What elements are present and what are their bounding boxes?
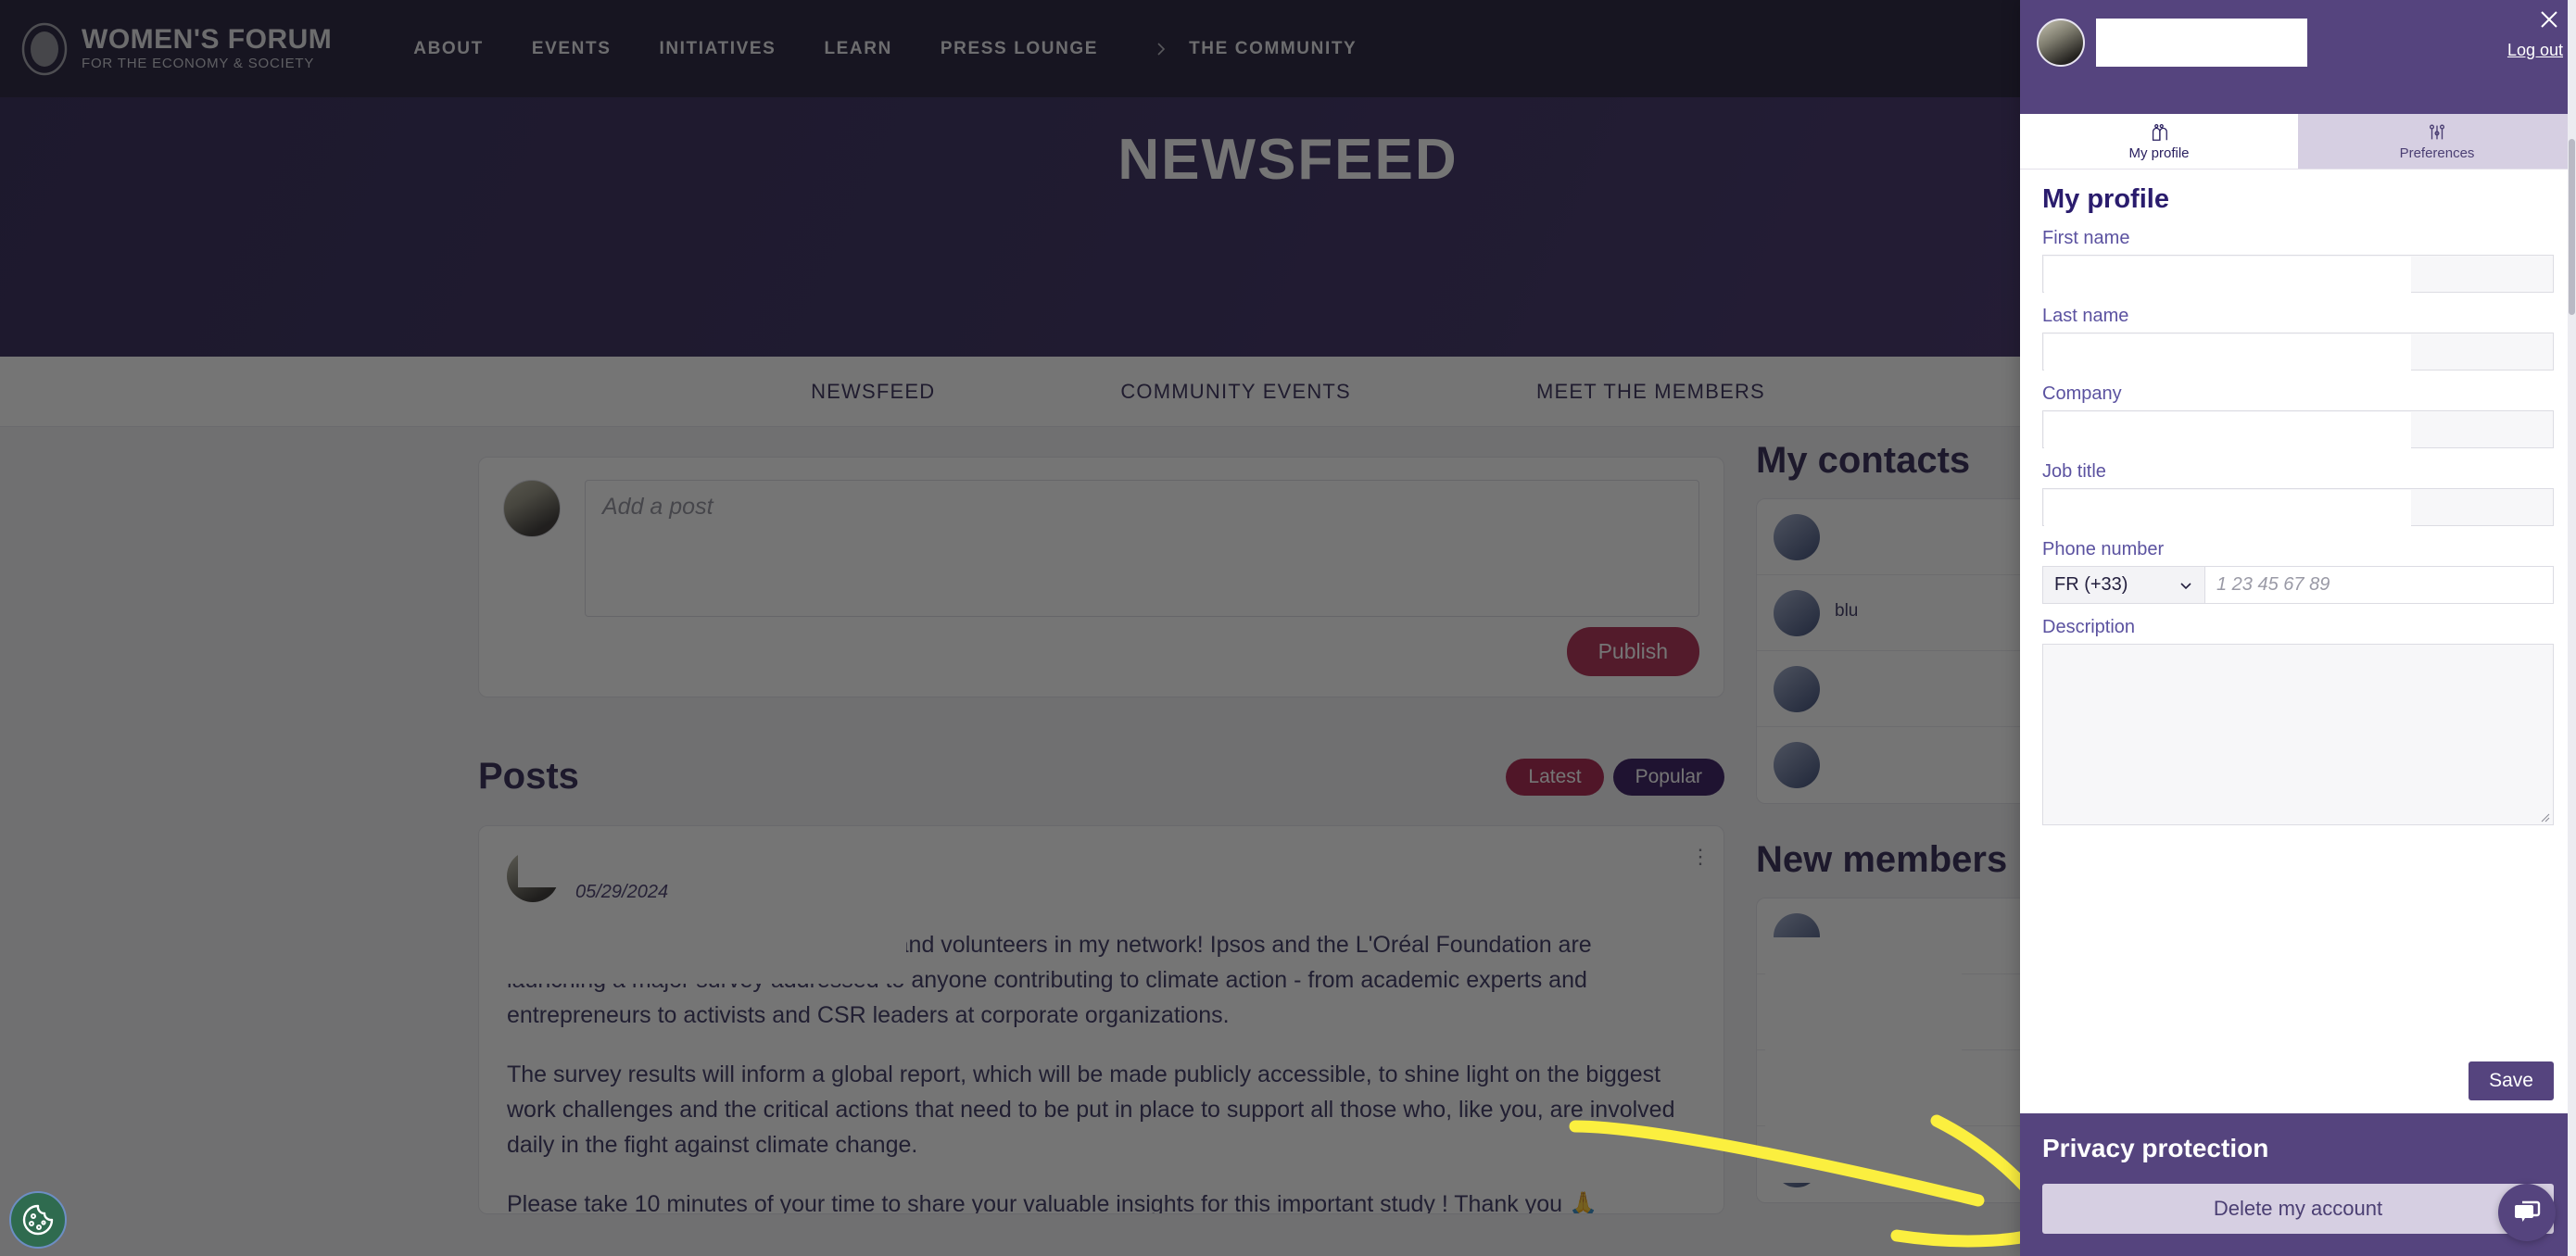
field-label: Last name	[2042, 306, 2129, 326]
value-redaction	[2044, 257, 2411, 293]
field-last-name: Last name	[2042, 306, 2554, 371]
cookie-icon	[22, 1204, 54, 1236]
last-name-input[interactable]	[2042, 333, 2554, 371]
field-label: Company	[2042, 383, 2122, 404]
resize-grip-icon[interactable]	[2539, 811, 2550, 823]
description-textarea[interactable]	[2042, 644, 2554, 825]
user-name-redacted	[2096, 19, 2307, 67]
drawer-header: Log out	[2020, 0, 2576, 114]
cookie-settings-button[interactable]	[9, 1191, 67, 1249]
chat-widget-button[interactable]	[2498, 1184, 2556, 1241]
first-name-input[interactable]	[2042, 255, 2554, 293]
tab-my-profile[interactable]: My profile	[2020, 114, 2298, 169]
company-input[interactable]	[2042, 410, 2554, 448]
chevron-down-icon	[2180, 582, 2191, 589]
job-title-input[interactable]	[2042, 488, 2554, 526]
sliders-icon	[2429, 124, 2445, 139]
field-label: Job title	[2042, 461, 2106, 482]
people-icon	[2152, 123, 2167, 141]
country-code-value: FR (+33)	[2054, 574, 2128, 595]
field-label: Description	[2042, 617, 2136, 637]
tab-preferences[interactable]: Preferences	[2298, 114, 2576, 169]
field-company: Company	[2042, 383, 2554, 448]
privacy-title: Privacy protection	[2042, 1134, 2269, 1162]
logout-link[interactable]: Log out	[2507, 41, 2563, 60]
field-job-title: Job title	[2042, 461, 2554, 526]
screen: WOMEN'S FORUM FOR THE ECONOMY & SOCIETY …	[0, 0, 2576, 1256]
field-first-name: First name	[2042, 228, 2554, 293]
drawer-tabs: My profile Preferences	[2020, 114, 2576, 170]
profile-drawer: Log out My profile Preferences My profil…	[2020, 0, 2576, 1256]
phone-placeholder: 1 23 45 67 89	[2216, 574, 2330, 595]
save-row: Save	[2020, 1052, 2576, 1113]
drawer-heading: My profile	[2042, 184, 2169, 214]
avatar[interactable]	[2037, 19, 2085, 67]
field-phone-number: Phone number FR (+33) 1 23 45 67 89	[2042, 539, 2554, 604]
chat-bubble-icon	[2515, 1200, 2541, 1222]
drawer-body: My profile First name Last name Company	[2020, 170, 2576, 1052]
field-label: First name	[2042, 228, 2130, 248]
country-code-select[interactable]: FR (+33)	[2043, 567, 2205, 603]
drawer-scrollbar[interactable]	[2568, 0, 2576, 1256]
phone-number-input[interactable]: 1 23 45 67 89	[2205, 567, 2553, 603]
tab-preferences-label: Preferences	[2399, 144, 2475, 161]
close-icon[interactable]	[2535, 6, 2563, 33]
field-label: Phone number	[2042, 539, 2165, 559]
tab-my-profile-label: My profile	[2128, 144, 2190, 161]
scrollbar-thumb[interactable]	[2569, 139, 2575, 315]
privacy-section: Privacy protection Delete my account	[2020, 1113, 2576, 1256]
save-button[interactable]: Save	[2469, 1061, 2554, 1100]
field-description: Description	[2042, 617, 2554, 825]
delete-my-account-button[interactable]: Delete my account	[2042, 1184, 2554, 1234]
value-redaction	[2044, 412, 2411, 448]
value-redaction	[2044, 490, 2411, 526]
value-redaction	[2044, 334, 2411, 371]
close-x-icon	[2541, 11, 2557, 28]
